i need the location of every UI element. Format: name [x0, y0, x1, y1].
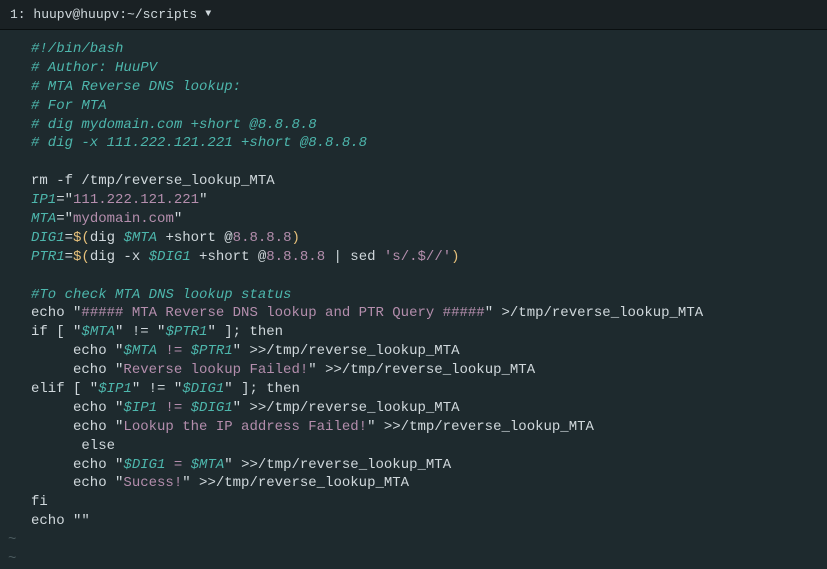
code-line: rm -f /tmp/reverse_lookup_MTA: [6, 172, 821, 191]
code-line: echo "$DIG1 = $MTA" >>/tmp/reverse_looku…: [6, 456, 821, 475]
titlebar-text: 1: huupv@huupv:~/scripts: [10, 7, 197, 22]
code-line: echo "": [6, 512, 821, 531]
code-line: #To check MTA DNS lookup status: [6, 286, 821, 305]
vim-tilde: ~: [6, 550, 821, 569]
code-line: IP1="111.222.121.221": [6, 191, 821, 210]
code-line: # For MTA: [6, 97, 821, 116]
code-line: echo "$MTA != $PTR1" >>/tmp/reverse_look…: [6, 342, 821, 361]
vim-tilde: ~: [6, 531, 821, 550]
code-line: if [ "$MTA" != "$PTR1" ]; then: [6, 323, 821, 342]
code-line: MTA="mydomain.com": [6, 210, 821, 229]
chevron-down-icon[interactable]: ▼: [205, 9, 211, 20]
code-line: echo "Sucess!" >>/tmp/reverse_lookup_MTA: [6, 474, 821, 493]
code-line: echo "$IP1 != $DIG1" >>/tmp/reverse_look…: [6, 399, 821, 418]
code-line: elif [ "$IP1" != "$DIG1" ]; then: [6, 380, 821, 399]
code-line: PTR1=$(dig -x $DIG1 +short @8.8.8.8 | se…: [6, 248, 821, 267]
code-line: echo "Lookup the IP address Failed!" >>/…: [6, 418, 821, 437]
code-line: # MTA Reverse DNS lookup:: [6, 78, 821, 97]
blank-line: [6, 267, 821, 286]
code-line: # Author: HuuPV: [6, 59, 821, 78]
code-line: fi: [6, 493, 821, 512]
code-line: #!/bin/bash: [6, 40, 821, 59]
window-titlebar[interactable]: 1: huupv@huupv:~/scripts ▼: [0, 0, 827, 30]
terminal-content[interactable]: #!/bin/bash # Author: HuuPV # MTA Revers…: [0, 30, 827, 569]
code-line: # dig -x 111.222.121.221 +short @8.8.8.8: [6, 134, 821, 153]
code-line: # dig mydomain.com +short @8.8.8.8: [6, 116, 821, 135]
code-line: echo "##### MTA Reverse DNS lookup and P…: [6, 304, 821, 323]
code-line: DIG1=$(dig $MTA +short @8.8.8.8): [6, 229, 821, 248]
blank-line: [6, 153, 821, 172]
code-line: echo "Reverse lookup Failed!" >>/tmp/rev…: [6, 361, 821, 380]
code-line: else: [6, 437, 821, 456]
